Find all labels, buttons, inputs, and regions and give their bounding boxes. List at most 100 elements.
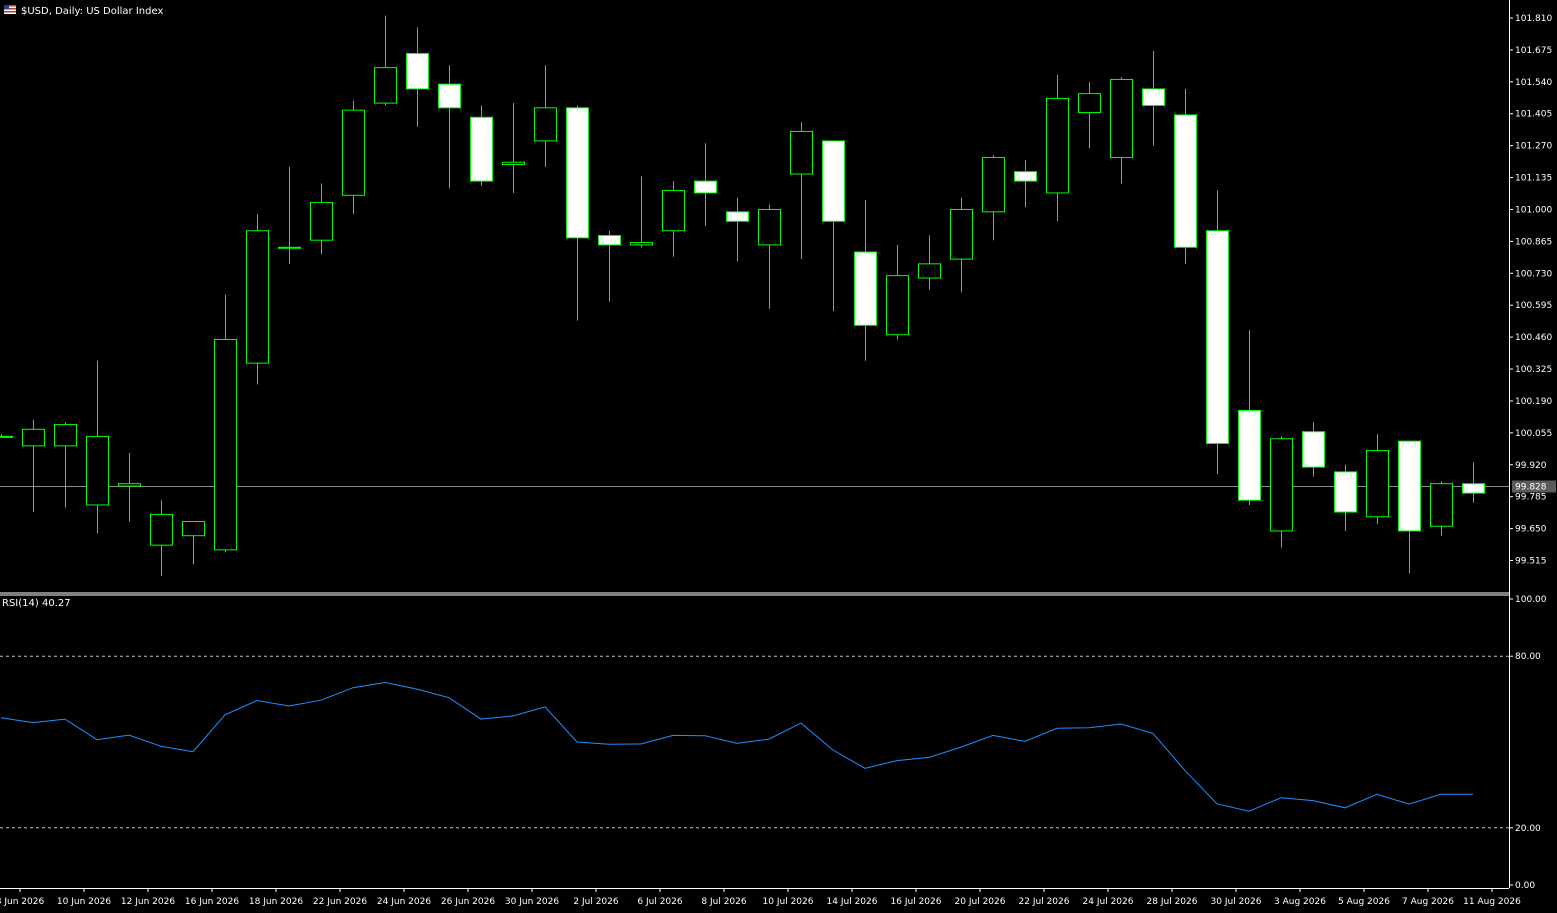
candle[interactable] bbox=[1046, 74, 1069, 222]
candle[interactable] bbox=[150, 500, 173, 576]
time-tick-label: 28 Jul 2026 bbox=[1147, 897, 1198, 907]
candle-body bbox=[822, 140, 845, 222]
candle-body bbox=[118, 483, 141, 487]
candle[interactable] bbox=[598, 230, 621, 302]
candle-body bbox=[726, 211, 749, 222]
candle[interactable] bbox=[86, 360, 109, 534]
time-tick-label: 10 Jun 2026 bbox=[57, 897, 111, 907]
candle[interactable] bbox=[1078, 81, 1101, 149]
candle-body bbox=[22, 428, 45, 447]
time-tick-label: 3 Aug 2026 bbox=[1274, 897, 1326, 907]
candle[interactable] bbox=[1430, 481, 1453, 536]
candle-body bbox=[86, 435, 109, 506]
time-tick-label: 6 Jul 2026 bbox=[637, 897, 682, 907]
time-tick-label: 18 Jun 2026 bbox=[249, 897, 303, 907]
candle[interactable] bbox=[406, 27, 429, 127]
candle[interactable] bbox=[1302, 422, 1325, 477]
current-price-label: 99.828 bbox=[1515, 483, 1547, 493]
candle-body bbox=[790, 130, 813, 175]
candle[interactable] bbox=[566, 105, 589, 321]
candle[interactable] bbox=[246, 214, 269, 385]
price-tick-label: 100.460 bbox=[1515, 333, 1552, 343]
main-price-panel[interactable] bbox=[0, 15, 1509, 576]
candle-body bbox=[886, 275, 909, 336]
candle[interactable] bbox=[758, 204, 781, 309]
time-tick-label: 10 Jul 2026 bbox=[763, 897, 814, 907]
candle-body bbox=[1398, 440, 1421, 532]
candle[interactable] bbox=[630, 176, 653, 248]
candle[interactable] bbox=[886, 244, 909, 340]
time-tick-label: 14 Jul 2026 bbox=[827, 897, 878, 907]
candle-body bbox=[278, 246, 301, 249]
candle[interactable] bbox=[1462, 462, 1485, 503]
candle[interactable] bbox=[374, 15, 397, 106]
candle[interactable] bbox=[1270, 436, 1293, 548]
rsi-label: RSI(14) 40.27 bbox=[2, 598, 71, 609]
candle[interactable] bbox=[534, 65, 557, 167]
candle[interactable] bbox=[0, 434, 13, 438]
time-tick-label: 11 Aug 2026 bbox=[1463, 897, 1521, 907]
candle[interactable] bbox=[854, 200, 877, 361]
candle[interactable] bbox=[118, 452, 141, 522]
candle[interactable] bbox=[1238, 330, 1261, 505]
price-tick-label: 101.135 bbox=[1515, 174, 1552, 184]
candle[interactable] bbox=[790, 122, 813, 260]
candle[interactable] bbox=[1366, 434, 1389, 524]
us-flag-icon bbox=[4, 5, 16, 14]
candle-body bbox=[1270, 438, 1293, 532]
candle[interactable] bbox=[822, 140, 845, 312]
rsi-tick-label: 80.00 bbox=[1515, 652, 1541, 662]
rsi-tick-label: 0.00 bbox=[1515, 881, 1535, 891]
candle[interactable] bbox=[22, 419, 45, 513]
time-tick-label: 20 Jul 2026 bbox=[955, 897, 1006, 907]
price-tick-label: 100.190 bbox=[1515, 397, 1552, 407]
time-tick-label: 8 Jul 2026 bbox=[701, 897, 746, 907]
candle[interactable] bbox=[342, 100, 365, 215]
price-tick-label: 99.650 bbox=[1515, 525, 1547, 535]
candle[interactable] bbox=[1334, 464, 1357, 531]
candle[interactable] bbox=[918, 235, 941, 290]
candle[interactable] bbox=[982, 155, 1005, 241]
price-tick-label: 100.865 bbox=[1515, 237, 1552, 247]
time-tick-label: 26 Jun 2026 bbox=[441, 897, 495, 907]
candle[interactable] bbox=[502, 103, 525, 193]
candle-body bbox=[1078, 93, 1101, 114]
candle[interactable] bbox=[214, 294, 237, 553]
price-chart[interactable]: 101.810 101.675 101.540 101.405 101.270 101.1… bbox=[0, 0, 1557, 913]
candle[interactable] bbox=[1110, 77, 1133, 184]
candle-body bbox=[534, 107, 557, 142]
candle[interactable] bbox=[694, 143, 717, 227]
candle[interactable] bbox=[1014, 159, 1037, 208]
price-tick-label: 101.675 bbox=[1515, 46, 1552, 56]
candle-body bbox=[150, 513, 173, 546]
candle[interactable] bbox=[54, 422, 77, 508]
candle[interactable] bbox=[310, 183, 333, 255]
price-tick-label: 100.595 bbox=[1515, 301, 1552, 311]
rsi-line bbox=[0, 681, 1473, 812]
candle-body bbox=[598, 234, 621, 246]
candle[interactable] bbox=[1142, 51, 1165, 146]
price-tick-label: 99.515 bbox=[1515, 557, 1547, 567]
candle[interactable] bbox=[278, 166, 301, 264]
candle[interactable] bbox=[182, 520, 205, 565]
time-tick-label: 30 Jul 2026 bbox=[1211, 897, 1262, 907]
candle[interactable] bbox=[470, 105, 493, 186]
candle-body bbox=[214, 338, 237, 551]
candle-body bbox=[182, 520, 205, 537]
candle[interactable] bbox=[1206, 190, 1229, 475]
candle[interactable] bbox=[726, 197, 749, 262]
candle[interactable] bbox=[950, 197, 973, 293]
candle-body bbox=[246, 230, 269, 364]
candle-body bbox=[694, 180, 717, 194]
candle-body bbox=[1206, 230, 1229, 444]
candle-body bbox=[406, 52, 429, 90]
candle-body bbox=[1462, 483, 1485, 494]
candle[interactable] bbox=[1398, 440, 1421, 574]
candle[interactable] bbox=[438, 65, 461, 189]
candle[interactable] bbox=[662, 181, 685, 257]
rsi-panel[interactable] bbox=[0, 655, 1509, 829]
candle-body bbox=[950, 208, 973, 260]
candle[interactable] bbox=[1174, 88, 1197, 264]
chart-header: $USD, Daily: US Dollar Index bbox=[4, 5, 163, 17]
time-tick-label: 16 Jun 2026 bbox=[185, 897, 239, 907]
